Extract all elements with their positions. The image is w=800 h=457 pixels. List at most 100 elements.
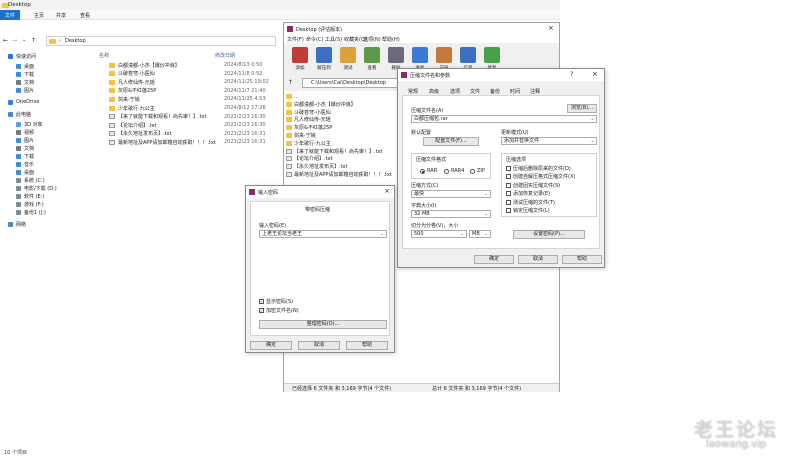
- password-ok-button[interactable]: 确定: [250, 341, 292, 350]
- column-header-name[interactable]: 名称: [99, 52, 109, 59]
- nav-item[interactable]: 备份1 (J:): [16, 208, 46, 216]
- address-bar[interactable]: › Desktop: [46, 36, 276, 46]
- dialog-tab[interactable]: 常规: [408, 88, 418, 95]
- file-row[interactable]: 凡人修仙传-元瑶 2024/11/25 19:02: [95, 78, 285, 86]
- archive-list-item[interactable]: 凡人修仙传-元瑶: [284, 116, 331, 123]
- nav-item[interactable]: 音乐: [16, 160, 34, 168]
- organize-passwords-button[interactable]: 整理密码(O)...: [259, 320, 387, 329]
- toolbar-button[interactable]: 解压到: [314, 47, 334, 73]
- nav-item[interactable]: 文档: [16, 78, 34, 86]
- archive-list-item[interactable]: 【来了就能下载和观看！尚先审！】.txt: [284, 148, 382, 155]
- archive-list-item[interactable]: 白都濛都-小杰【爆炒冲浪】: [284, 101, 356, 108]
- dialog-tab[interactable]: 时间: [510, 88, 520, 95]
- file-row[interactable]: 【永久地址发布页】.txt 2023/2/23 16:31: [95, 130, 285, 138]
- dialog-tab[interactable]: 选项: [450, 88, 460, 95]
- up-folder-icon[interactable]: ↑: [288, 79, 293, 86]
- menu-item[interactable]: 帮助(H): [382, 36, 400, 43]
- nav-item[interactable]: 文档: [16, 144, 34, 152]
- archive-cancel-button[interactable]: 取消: [518, 255, 558, 264]
- nav-item[interactable]: 网络: [8, 220, 26, 228]
- compression-method-select[interactable]: 最快 ⌄: [411, 190, 491, 198]
- archive-option-checkbox[interactable]: 创建固实压缩文件(S): [506, 182, 560, 189]
- nav-item[interactable]: 电影/下载 (D:): [16, 184, 57, 192]
- ribbon-tab-share[interactable]: 共享: [56, 12, 66, 19]
- nav-item[interactable]: 视频: [16, 128, 34, 136]
- close-icon[interactable]: ×: [548, 25, 554, 32]
- archive-help-button[interactable]: 帮助: [562, 255, 602, 264]
- file-row[interactable]: 剑来-宁姚 2024/11/25 4:53: [95, 95, 285, 103]
- format-zip-radio[interactable]: ZIP: [470, 168, 485, 174]
- toolbar-button[interactable]: 添加: [290, 47, 310, 73]
- nav-item[interactable]: 桌面: [16, 168, 34, 176]
- archive-list-item[interactable]: 【永久地址发布页】.txt: [284, 163, 347, 170]
- password-input[interactable]: 上老王论坛当老王 ⌄: [259, 230, 387, 238]
- help-icon[interactable]: ?: [570, 71, 573, 78]
- split-unit-select[interactable]: MB ⌄: [469, 230, 491, 238]
- dictionary-size-select[interactable]: 32 MB ⌄: [411, 210, 491, 218]
- forward-arrow-icon[interactable]: →: [12, 37, 17, 44]
- nav-item[interactable]: OneDrive: [8, 98, 40, 106]
- archive-ok-button[interactable]: 确定: [474, 255, 514, 264]
- file-row[interactable]: 【论坛介绍】.txt 2023/2/23 16:30: [95, 121, 285, 129]
- format-rar4-radio[interactable]: RAR4: [444, 168, 464, 174]
- nav-item[interactable]: 游戏 (F:): [16, 200, 44, 208]
- archive-list-item[interactable]: 少年歌行-九公主: [284, 140, 331, 147]
- archive-option-checkbox[interactable]: 创建自解压格式压缩文件(X): [506, 173, 575, 180]
- toolbar-button[interactable]: 测试: [338, 47, 358, 73]
- update-mode-select[interactable]: 添加并替换文件 ⌄: [501, 137, 597, 145]
- file-row[interactable]: 少年歌行-九公主 2024/8/12 17:26: [95, 104, 285, 112]
- archive-list-item[interactable]: 最新地址及APP请加邮箱自动获取！！！.txt: [284, 171, 392, 178]
- archive-name-field[interactable]: 白都压缩包.rar ⌄: [411, 115, 597, 123]
- menu-item[interactable]: 工具(S): [325, 36, 342, 43]
- file-row[interactable]: 【来了就能下载和观看！尚先审！】.txt 2023/2/23 16:30: [95, 113, 285, 121]
- file-row[interactable]: 最新地址及APP请加邮箱自动获取！！！.txt 2023/2/23 16:31: [95, 138, 285, 146]
- nav-item[interactable]: 下载: [16, 152, 34, 160]
- nav-item[interactable]: 软件 (E:): [16, 192, 44, 200]
- dialog-tab[interactable]: 备份: [490, 88, 500, 95]
- column-header-date[interactable]: 修改日期: [215, 52, 235, 59]
- password-help-button[interactable]: 帮助: [346, 341, 388, 350]
- show-password-checkbox[interactable]: ✓ 显示密码(S): [259, 298, 293, 305]
- encrypt-filenames-checkbox[interactable]: ✓ 加密文件名(N): [259, 307, 299, 314]
- nav-item[interactable]: 图片: [16, 136, 34, 144]
- nav-item[interactable]: 下载: [16, 70, 34, 78]
- password-cancel-button[interactable]: 取消: [298, 341, 340, 350]
- nav-item[interactable]: 桌面: [16, 62, 34, 70]
- archive-list-item[interactable]: ..: [284, 93, 297, 100]
- ribbon-tab-home[interactable]: 主页: [34, 12, 44, 19]
- dialog-tab[interactable]: 注释: [530, 88, 540, 95]
- nav-item[interactable]: 3D 对象: [16, 120, 43, 128]
- ribbon-tab-view[interactable]: 查看: [80, 12, 90, 19]
- dialog-tab[interactable]: 高级: [429, 88, 439, 95]
- nav-item[interactable]: 快速访问: [8, 52, 36, 60]
- archive-option-checkbox[interactable]: 压缩后删除原来的文件(D): [506, 165, 571, 172]
- recent-chevron-icon[interactable]: ⌄: [22, 37, 26, 43]
- format-rar-radio[interactable]: RAR: [420, 168, 437, 174]
- split-size-select[interactable]: 500 ⌄: [411, 230, 467, 238]
- archive-list-item[interactable]: 剑来-宁姚: [284, 132, 316, 139]
- dialog-tab[interactable]: 文件: [470, 88, 480, 95]
- archive-list-item[interactable]: 灰原&不红莲25P: [284, 124, 332, 131]
- back-arrow-icon[interactable]: ←: [3, 37, 8, 44]
- browse-button[interactable]: 浏览(B)...: [567, 104, 597, 113]
- file-row[interactable]: 灰原&不红莲25P 2024/11/7 21:40: [95, 87, 285, 95]
- menu-item[interactable]: 命令(C): [306, 36, 323, 43]
- file-row[interactable]: 白都濛都-小杰【爆炒冲浪】 2024/8/13 0:50: [95, 61, 285, 69]
- close-icon[interactable]: ×: [592, 71, 598, 78]
- close-icon[interactable]: ×: [384, 188, 390, 195]
- ribbon-tab-file[interactable]: 文件: [0, 10, 20, 20]
- profile-button[interactable]: 配置文件(F)...: [423, 137, 479, 146]
- nav-item[interactable]: 图片: [16, 86, 34, 94]
- archive-option-checkbox[interactable]: 测试压缩的文件(T): [506, 199, 555, 206]
- set-password-button[interactable]: 设置密码(P)...: [513, 230, 585, 239]
- nav-item[interactable]: 系统 (C:): [16, 176, 45, 184]
- toolbar-button[interactable]: 查看: [362, 47, 382, 73]
- menu-item[interactable]: 选项(N): [363, 36, 381, 43]
- up-arrow-icon[interactable]: ↑: [31, 37, 36, 44]
- archive-option-checkbox[interactable]: 添加恢复记录(E): [506, 190, 550, 197]
- file-row[interactable]: 斗破苍穹-小医仙 2024/11/8 0:52: [95, 70, 285, 78]
- archive-option-checkbox[interactable]: 锁定压缩文件(L): [506, 207, 550, 214]
- nav-item[interactable]: 此电脑: [8, 110, 31, 118]
- archive-list-item[interactable]: 【论坛介绍】.txt: [284, 155, 332, 162]
- menu-item[interactable]: 文件(F): [287, 36, 304, 43]
